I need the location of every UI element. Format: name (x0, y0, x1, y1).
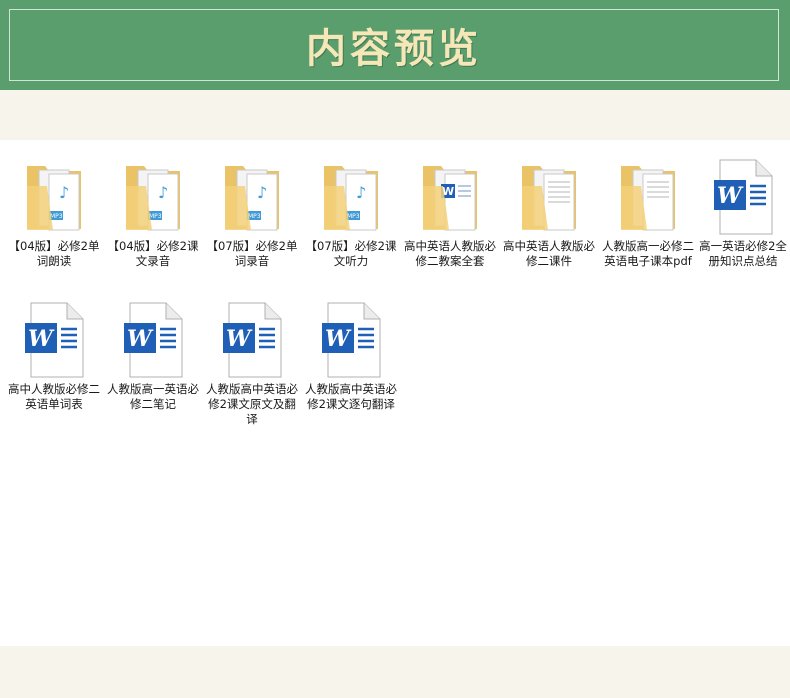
svg-text:W: W (226, 326, 253, 352)
file-item[interactable]: ♪ MP3 【04版】必修2单词朗读 (7, 156, 101, 269)
word-document-icon: W (714, 159, 773, 235)
file-name: 【04版】必修2课文录音 (107, 239, 199, 268)
file-item[interactable]: W 高一英语必修2全册知识点总结 (696, 156, 790, 269)
svg-text:MP3: MP3 (50, 213, 63, 220)
folder-mp3-icon: ♪ MP3 (324, 166, 378, 231)
svg-text:♪: ♪ (59, 183, 69, 202)
folder-word-icon: W (423, 166, 477, 231)
page-title: 内容预览 (306, 25, 482, 72)
svg-text:♪: ♪ (257, 183, 267, 202)
svg-text:MP3: MP3 (149, 213, 162, 220)
word-document-icon: W (124, 302, 183, 378)
folder-mp3-icon: ♪ MP3 (225, 166, 279, 231)
file-name: 高一英语必修2全册知识点总结 (699, 239, 787, 268)
folder-mp3-icon: ♪ MP3 (126, 166, 180, 231)
folder-docs-icon (522, 166, 576, 231)
header-frame: 内容预览 (9, 9, 779, 81)
file-item[interactable]: ♪ MP3 【04版】必修2课文录音 (106, 156, 200, 269)
top-spacer (0, 90, 790, 140)
svg-text:W: W (717, 183, 744, 209)
file-name: 高中英语人教版必修二课件 (503, 239, 595, 268)
file-grid: ♪ MP3 【04版】必修2单词朗读 ♪ MP3 【04版】必修2课文录音 ♪ … (0, 140, 790, 646)
file-name: 高中英语人教版必修二教案全套 (404, 239, 496, 268)
word-document-icon: W (223, 302, 282, 378)
file-name: 【07版】必修2课文听力 (305, 239, 397, 268)
svg-text:W: W (127, 326, 154, 352)
svg-text:MP3: MP3 (347, 213, 360, 220)
file-item[interactable]: ♪ MP3 【07版】必修2课文听力 (304, 156, 398, 269)
svg-text:MP3: MP3 (248, 213, 261, 220)
file-item[interactable]: 高中英语人教版必修二课件 (502, 156, 596, 269)
file-item[interactable]: ♪ MP3 【07版】必修2单词录音 (205, 156, 299, 269)
svg-text:♪: ♪ (158, 183, 168, 202)
file-item[interactable]: W 高中英语人教版必修二教案全套 (403, 156, 497, 269)
file-item[interactable]: W 高中人教版必修二英语单词表 (7, 299, 101, 412)
svg-text:W: W (28, 326, 55, 352)
svg-text:W: W (325, 326, 352, 352)
bottom-spacer (0, 646, 790, 698)
svg-text:♪: ♪ (356, 183, 366, 202)
folder-mp3-icon: ♪ MP3 (27, 166, 81, 231)
folder-docs-icon (621, 166, 675, 231)
word-document-icon: W (322, 302, 381, 378)
file-item[interactable]: W 人教版高中英语必修2课文原文及翻译 (205, 299, 299, 427)
file-name: 人教版高中英语必修2课文原文及翻译 (206, 382, 298, 426)
file-name: 【07版】必修2单词录音 (206, 239, 298, 268)
header-banner: 内容预览 (0, 0, 790, 90)
file-item[interactable]: W 人教版高中英语必修2课文逐句翻译 (304, 299, 398, 412)
file-name: 人教版高中英语必修2课文逐句翻译 (305, 382, 397, 411)
file-name: 高中人教版必修二英语单词表 (8, 382, 100, 411)
file-name: 人教版高一必修二英语电子课本pdf (602, 239, 694, 268)
word-document-icon: W (25, 302, 84, 378)
file-item[interactable]: W 人教版高一英语必修二笔记 (106, 299, 200, 412)
file-name: 【04版】必修2单词朗读 (8, 239, 100, 268)
file-item[interactable]: 人教版高一必修二英语电子课本pdf (601, 156, 695, 269)
file-name: 人教版高一英语必修二笔记 (107, 382, 199, 411)
